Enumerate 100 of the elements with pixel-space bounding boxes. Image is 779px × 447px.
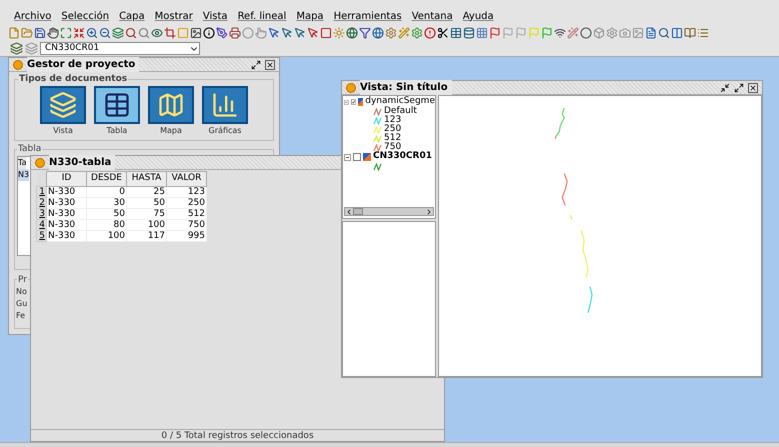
layer-name[interactable]: CN330CR01 [373, 150, 432, 164]
window-logo-icon [13, 60, 23, 70]
search-icon[interactable] [138, 26, 150, 38]
group-label: Tabla [17, 144, 42, 154]
bar-chart-icon [202, 86, 248, 124]
menu-item[interactable]: Capa [119, 8, 145, 24]
hand-icon[interactable] [47, 26, 59, 38]
layer-combo[interactable]: CN330CR01 [40, 42, 200, 55]
window-logo-icon [35, 158, 45, 168]
cursor-icon[interactable] [281, 26, 293, 38]
layer-checkbox[interactable] [350, 98, 356, 106]
image-icon[interactable] [190, 26, 202, 38]
restore-icon[interactable] [720, 82, 730, 92]
corner-header [36, 172, 46, 186]
selection-status: 0 / 5 Total registros seleccionados [31, 429, 444, 441]
column-header[interactable]: DESDE [86, 172, 126, 186]
menu-item[interactable]: Selección [61, 8, 110, 24]
gear-icon[interactable] [385, 26, 397, 38]
crop-icon[interactable] [164, 26, 176, 38]
alert-icon[interactable] [424, 26, 436, 38]
close-icon[interactable] [265, 60, 275, 70]
square-icon[interactable] [320, 26, 332, 38]
grid-icon[interactable] [476, 26, 488, 38]
shrink-icon[interactable] [73, 26, 85, 38]
scroll-right-icon[interactable] [425, 208, 433, 216]
document-icon[interactable] [645, 26, 657, 38]
document-type-button[interactable]: Tabla [93, 86, 141, 136]
database-icon[interactable] [463, 26, 475, 38]
maximize-icon[interactable] [734, 82, 744, 92]
window-logo-icon [346, 82, 356, 92]
column-header[interactable]: HASTA [126, 172, 166, 186]
property-label: Gu [16, 298, 28, 310]
flag-icon[interactable] [489, 26, 501, 38]
folder-icon[interactable] [21, 26, 33, 38]
horizontal-scrollbar[interactable] [344, 207, 434, 216]
eye-icon[interactable] [151, 26, 163, 38]
legend-label: 512 [384, 132, 402, 143]
document-type-button[interactable]: Gráficas [201, 86, 249, 136]
scroll-thumb[interactable] [353, 208, 363, 215]
legend-label: 750 [384, 140, 402, 152]
legend-label: 250 [384, 122, 402, 134]
row-number: 3 [36, 208, 46, 219]
zoom-out-icon[interactable] [99, 26, 111, 38]
row-number: 5 [36, 230, 46, 241]
search-icon[interactable] [125, 26, 137, 38]
table-icon[interactable] [450, 26, 462, 38]
sphere-icon[interactable] [580, 26, 592, 38]
layer-checkbox[interactable] [353, 153, 361, 161]
legend-label: Default [384, 105, 417, 116]
cursor-icon[interactable] [294, 26, 306, 38]
row-number: 2 [36, 197, 46, 208]
row-number: 4 [36, 219, 46, 230]
filter-icon[interactable] [359, 26, 371, 38]
info-icon[interactable] [203, 26, 215, 38]
scroll-left-icon[interactable] [345, 208, 353, 216]
document-type-button[interactable]: Vista [39, 86, 87, 136]
column-header[interactable]: ID [46, 172, 86, 186]
globe-icon[interactable] [372, 26, 384, 38]
document-type-button[interactable]: Mapa [147, 86, 195, 136]
column-header[interactable]: VALOR [166, 172, 206, 186]
menu-item[interactable]: Ayuda [462, 8, 494, 24]
new-file-icon[interactable] [8, 26, 20, 38]
window-title: Vista: Sin título [360, 80, 452, 95]
collapse-icon[interactable] [344, 154, 351, 160]
save-icon[interactable] [34, 26, 46, 38]
gear-icon[interactable] [411, 26, 423, 38]
book-icon[interactable] [684, 26, 696, 38]
pen-icon[interactable] [216, 26, 228, 38]
close-icon[interactable] [748, 82, 758, 92]
expand-icon[interactable] [60, 26, 72, 38]
menu-item[interactable]: Mapa [296, 8, 324, 24]
menu-item[interactable]: Vista [202, 8, 228, 24]
window-title: Gestor de proyecto [27, 57, 140, 72]
legend-label: 123 [384, 114, 402, 125]
layer-type-icon [358, 98, 364, 106]
antenna-icon[interactable] [554, 26, 566, 38]
menu-item[interactable]: Archivo [14, 8, 52, 24]
list-item[interactable]: N3 [18, 169, 30, 181]
globe-icon[interactable] [346, 26, 358, 38]
menu-item[interactable]: Mostrar [154, 8, 193, 24]
layers-icon[interactable] [10, 42, 23, 55]
menu-item[interactable]: Ventana [412, 8, 453, 24]
zoom-in-icon[interactable] [86, 26, 98, 38]
map-icon [148, 86, 194, 124]
table-icon [94, 86, 140, 124]
property-label: No [16, 286, 27, 298]
printer-icon[interactable] [229, 26, 241, 38]
cursor-icon[interactable] [268, 26, 280, 38]
menu-item[interactable]: Herramientas [334, 8, 402, 24]
layers-icon[interactable] [112, 26, 124, 38]
maximize-icon[interactable] [251, 60, 261, 70]
search-icon[interactable] [658, 26, 670, 38]
sun-icon[interactable] [333, 26, 345, 38]
scissors-icon[interactable] [437, 26, 449, 38]
list-header: Ta [18, 157, 26, 169]
window-title: N330-tabla [49, 155, 116, 170]
layer-type-icon [363, 153, 371, 161]
cursor-icon[interactable] [307, 26, 319, 38]
menu-item[interactable]: Ref. lineal [238, 8, 286, 24]
columns-icon[interactable] [671, 26, 683, 38]
